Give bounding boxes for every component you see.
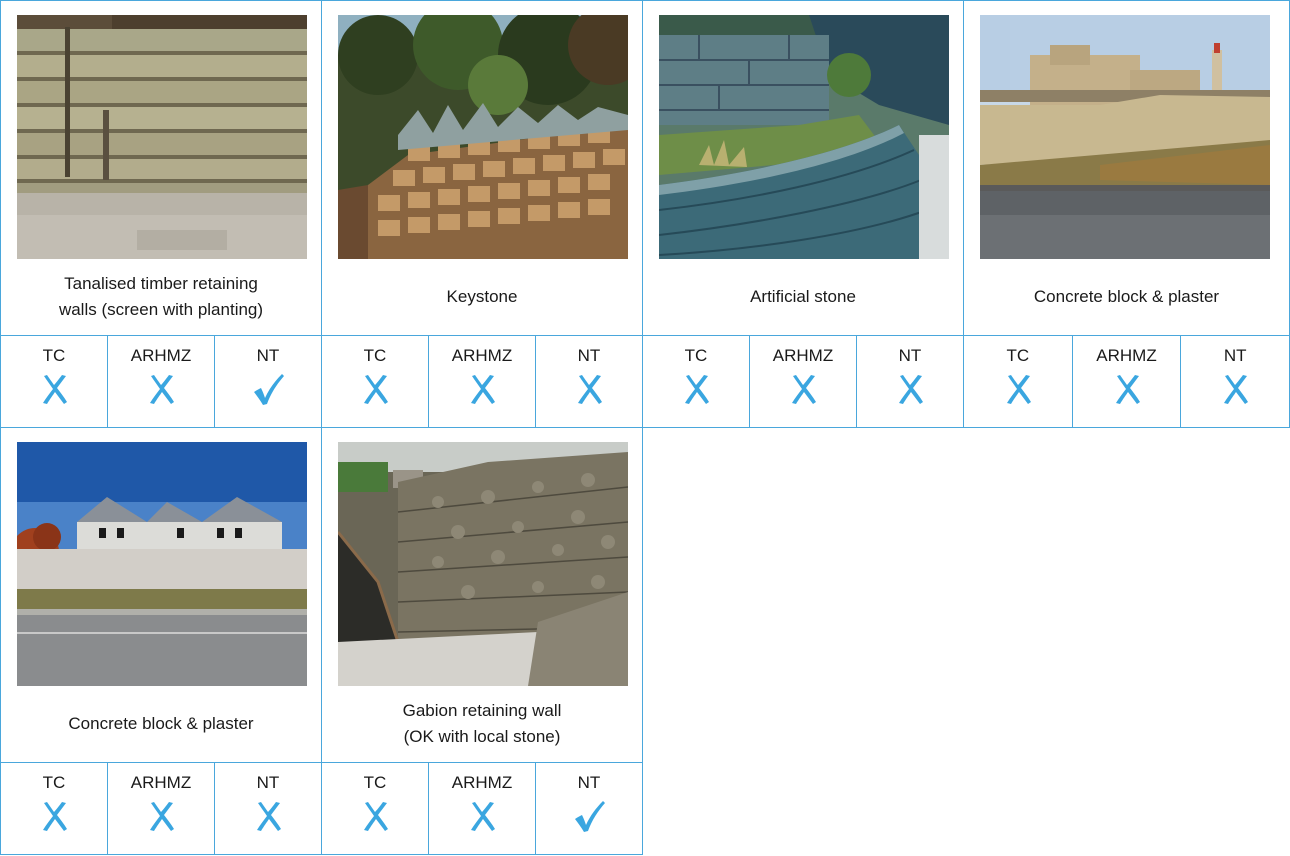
rating-cell-tc: TC [1, 763, 108, 854]
wall-option-card: Tanalised timber retaining walls (screen… [0, 0, 322, 428]
cross-icon [1, 372, 107, 412]
rating-cell-nt: NT [215, 763, 321, 854]
cross-icon [108, 799, 214, 839]
artificial-stone-photo [659, 15, 949, 259]
rating-cell-arhmz: ARHMZ [429, 763, 536, 854]
zone-label: ARHMZ [772, 346, 834, 365]
wall-type-caption: Concrete block & plaster [1033, 287, 1220, 306]
wall-type-caption: Artificial stone [750, 287, 856, 306]
timber-wall-photo [17, 15, 307, 259]
zone-ratings: TC ARHMZ NT [1, 335, 321, 427]
wall-option-card: Keystone TC ARHMZ NT [321, 0, 643, 428]
gabion-wall-photo [338, 442, 628, 686]
cross-icon [1073, 372, 1181, 412]
wall-option-card: Gabion retaining wall (OK with local sto… [321, 427, 643, 855]
rating-cell-tc: TC [643, 336, 750, 427]
rating-cell-arhmz: ARHMZ [108, 336, 215, 427]
cross-icon [857, 372, 963, 412]
rating-cell-nt: NT [536, 763, 642, 854]
zone-ratings: TC ARHMZ NT [322, 335, 642, 427]
zone-label: NT [898, 346, 922, 365]
rating-cell-arhmz: ARHMZ [429, 336, 536, 427]
rating-cell-tc: TC [322, 763, 429, 854]
zone-label: TC [684, 346, 708, 365]
wall-option-card: Concrete block & plaster TC ARHMZ NT [0, 427, 322, 855]
wall-type-caption: Concrete block & plaster [68, 714, 254, 733]
cross-icon [964, 372, 1072, 412]
zone-label: NT [1223, 346, 1247, 365]
zone-label: ARHMZ [451, 773, 513, 792]
zone-label: NT [577, 773, 601, 792]
zone-label: NT [577, 346, 601, 365]
cross-icon [536, 372, 642, 412]
rating-cell-nt: NT [215, 336, 321, 427]
rating-cell-tc: TC [1, 336, 108, 427]
rating-cell-nt: NT [857, 336, 963, 427]
zone-label: TC [42, 346, 66, 365]
zone-ratings: TC ARHMZ NT [964, 335, 1289, 427]
rating-cell-nt: NT [1181, 336, 1289, 427]
zone-label: ARHMZ [451, 346, 513, 365]
cross-icon [322, 372, 428, 412]
zone-ratings: TC ARHMZ NT [322, 762, 642, 854]
zone-label: ARHMZ [130, 346, 192, 365]
zone-ratings: TC ARHMZ NT [1, 762, 321, 854]
wall-type-caption: Keystone [446, 287, 518, 306]
concrete-block-house-photo [17, 442, 307, 686]
zone-label: NT [256, 346, 280, 365]
rating-cell-arhmz: ARHMZ [108, 763, 215, 854]
cross-icon [108, 372, 214, 412]
tick-icon [536, 799, 642, 839]
cross-icon [1, 799, 107, 839]
cross-icon [1181, 372, 1289, 412]
cross-icon [215, 799, 321, 839]
rating-cell-arhmz: ARHMZ [750, 336, 857, 427]
keystone-wall-photo [338, 15, 628, 259]
wall-type-caption: Gabion retaining wall (OK with local sto… [402, 701, 562, 746]
zone-label: TC [363, 346, 387, 365]
cross-icon [429, 372, 535, 412]
cross-icon [750, 372, 856, 412]
zone-label: ARHMZ [130, 773, 192, 792]
wall-option-card: Artificial stone TC ARHMZ NT [642, 0, 964, 428]
zone-label: TC [363, 773, 387, 792]
tick-icon [215, 372, 321, 412]
zone-label: ARHMZ [1096, 346, 1157, 365]
rating-cell-nt: NT [536, 336, 642, 427]
wall-option-card: Concrete block & plaster TC ARHMZ NT [963, 0, 1290, 428]
zone-label: TC [1006, 346, 1030, 365]
cross-icon [322, 799, 428, 839]
cross-icon [643, 372, 749, 412]
zone-label: TC [42, 773, 66, 792]
rating-cell-arhmz: ARHMZ [1073, 336, 1182, 427]
rating-cell-tc: TC [322, 336, 429, 427]
rating-cell-tc: TC [964, 336, 1073, 427]
cross-icon [429, 799, 535, 839]
zone-label: NT [256, 773, 280, 792]
zone-ratings: TC ARHMZ NT [643, 335, 963, 427]
concrete-block-photo [980, 15, 1270, 259]
wall-type-caption: Tanalised timber retaining walls (screen… [58, 274, 264, 319]
